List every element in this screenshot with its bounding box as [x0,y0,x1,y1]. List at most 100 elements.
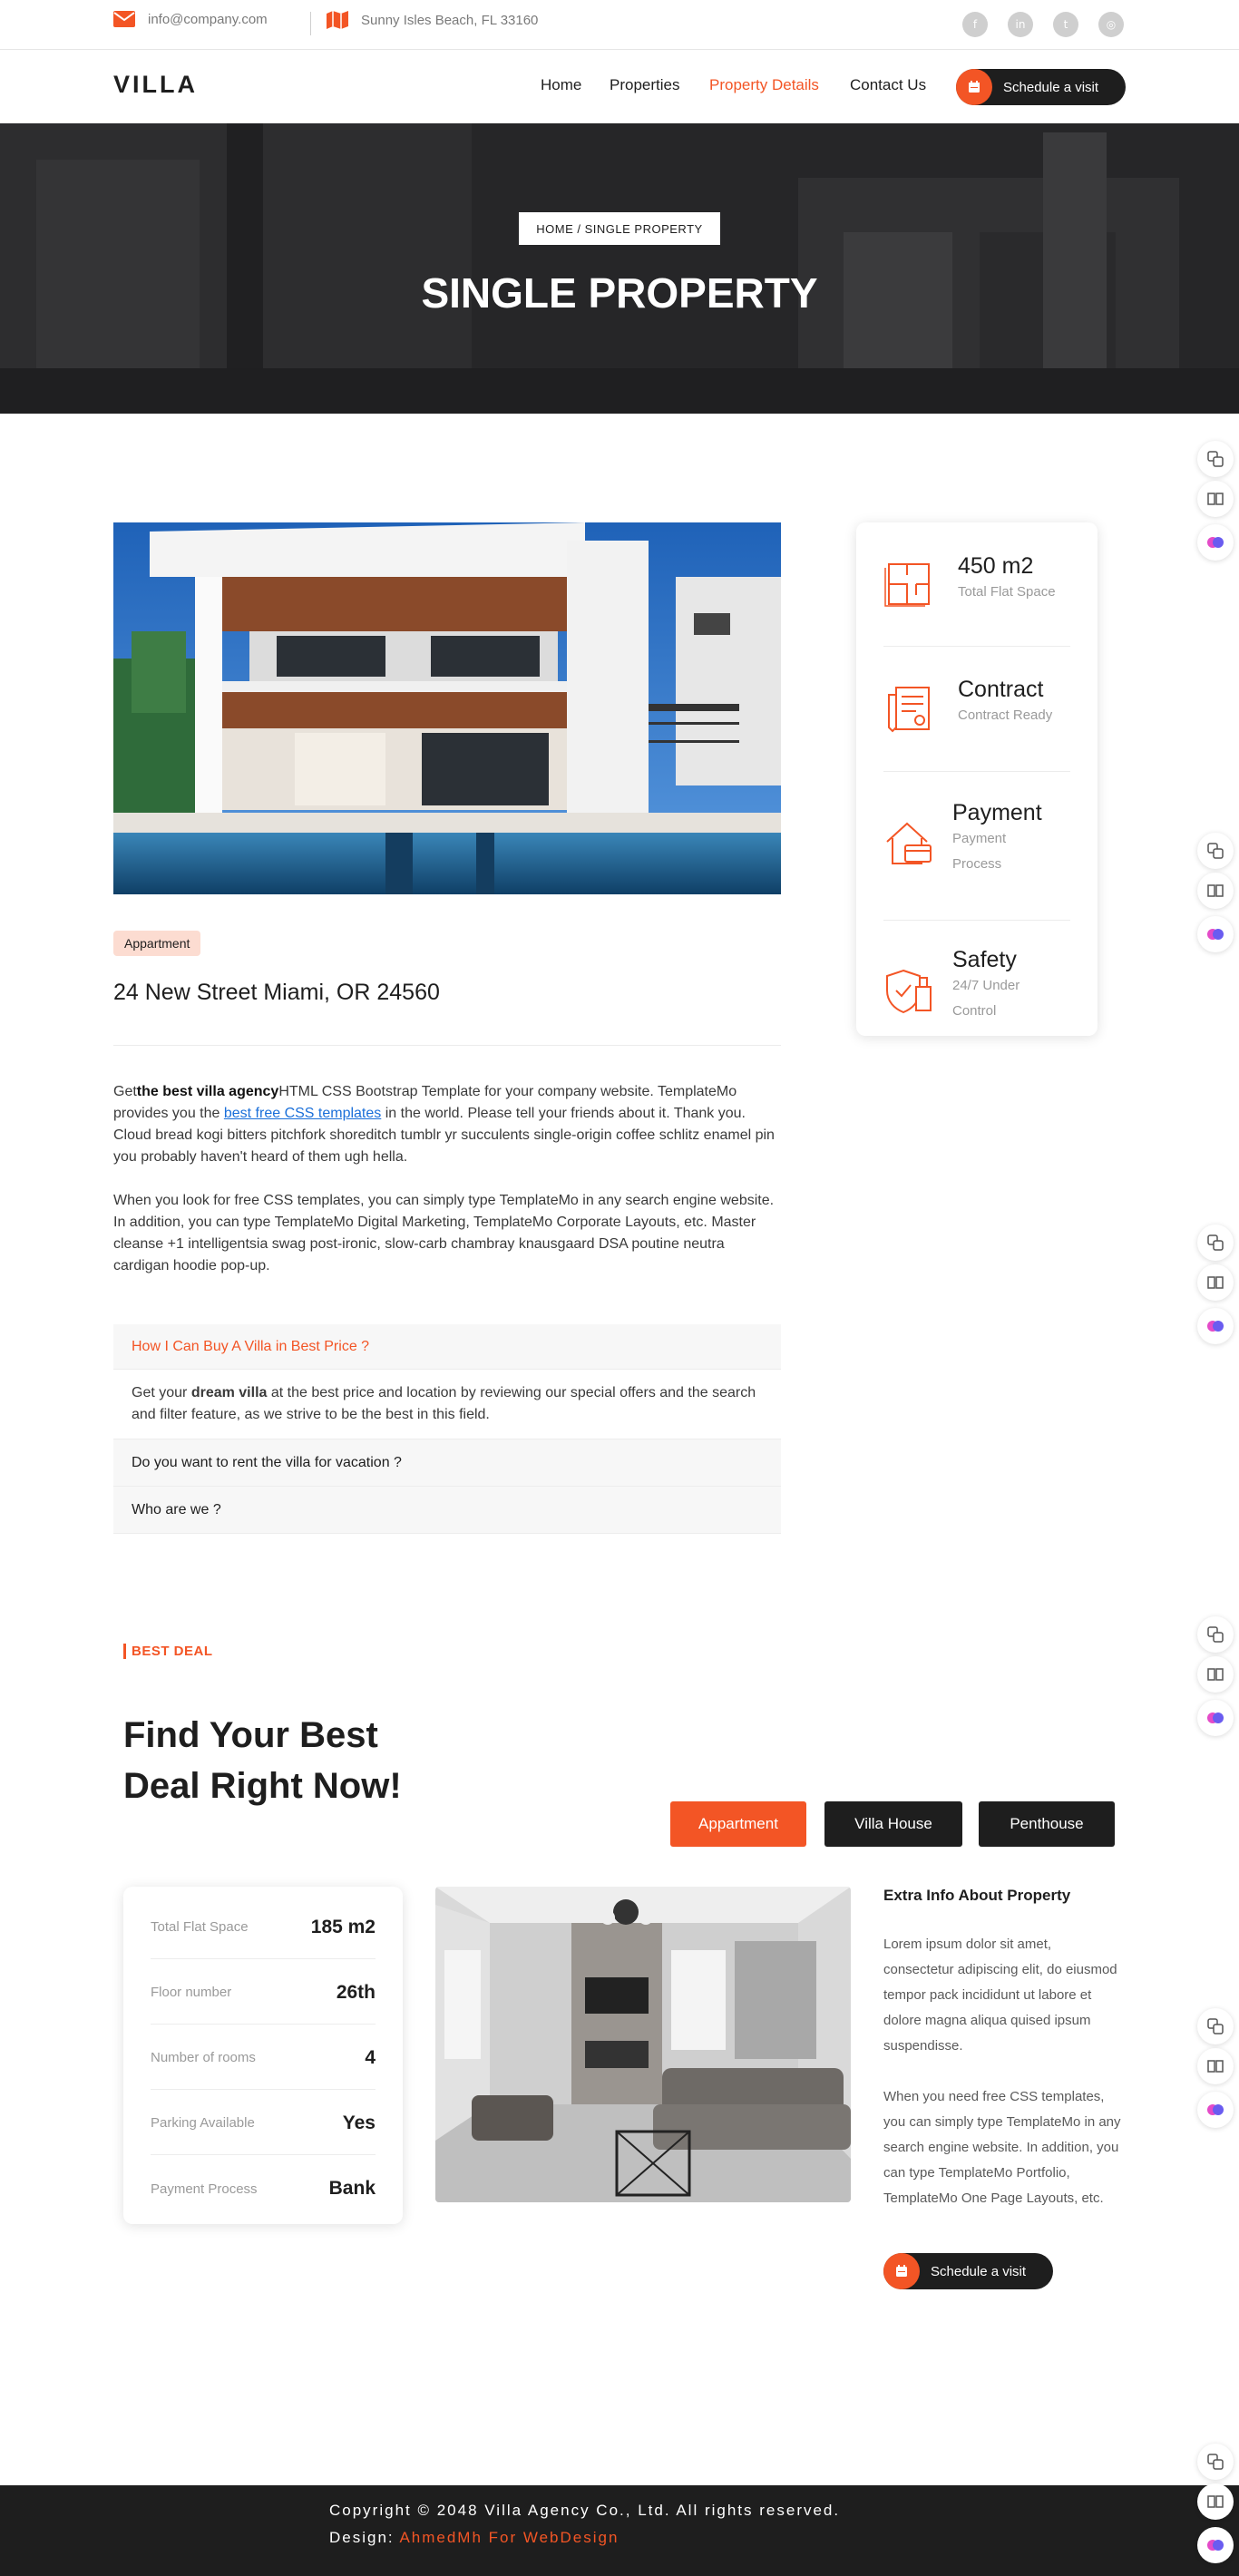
divider [883,646,1070,647]
detail-value: Bank [328,2178,376,2199]
detail-row: Number of rooms 4 [151,2026,376,2090]
property-description-2: When you look for free CSS templates, yo… [113,1193,775,1273]
email-info[interactable]: info@company.com [113,11,268,27]
nav-property-details[interactable]: Property Details [709,76,819,94]
nav-properties[interactable]: Properties [610,76,679,94]
templates-link[interactable]: best free CSS templates [224,1106,381,1121]
answer-bold: dream villa [190,1385,268,1400]
email-text: info@company.com [148,11,268,27]
translate-icon[interactable] [1197,441,1234,477]
schedule-visit-label: Schedule a visit [931,2263,1027,2279]
linkedin-icon[interactable]: in [1008,12,1033,37]
ai-brain-icon[interactable] [1197,524,1234,561]
faq-question-3[interactable]: Who are we ? [113,1487,781,1534]
detail-label: Parking Available [151,2115,255,2131]
info-title: 450 m2 [958,553,1034,579]
reader-icon[interactable] [1197,481,1234,517]
detail-label: Payment Process [151,2181,258,2197]
design-label: Design: [329,2529,400,2546]
payment-house-icon [886,822,932,864]
facebook-icon[interactable]: f [962,12,988,37]
breadcrumb[interactable]: HOME / SINGLE PROPERTY [519,212,720,245]
divider [883,920,1070,921]
floor-plan-icon [884,563,930,607]
info-subtitle: 24/7 Under [952,978,1020,993]
schedule-visit-button[interactable]: Schedule a visit [956,69,1126,105]
map-icon [327,11,348,29]
info-title: Safety [952,947,1017,972]
info-subtitle: Payment [952,831,1007,846]
info-title: Payment [952,800,1042,825]
ai-brain-icon[interactable] [1197,1700,1234,1736]
info-subtitle: Contract Ready [958,707,1053,723]
info-subtitle: Control [952,1003,997,1019]
tab-appartment[interactable]: Appartment [670,1801,806,1847]
living-room-image [435,1887,851,2202]
twitter-icon[interactable]: t [1053,12,1078,37]
site-footer: Copyright © 2048 Villa Agency Co., Ltd. … [0,2485,1239,2576]
tab-penthouse[interactable]: Penthouse [979,1801,1115,1847]
faq-question-2[interactable]: Do you want to rent the villa for vacati… [113,1439,781,1487]
property-address: 24 New Street Miami, OR 24560 [113,980,440,1005]
extra-info-title: Extra Info About Property [883,1887,1071,1904]
schedule-visit-label: Schedule a visit [1003,79,1099,95]
detail-label: Floor number [151,1985,232,2000]
schedule-visit-button[interactable]: Schedule a visit [883,2253,1053,2289]
reader-icon[interactable] [1197,2048,1234,2084]
divider [113,1045,781,1046]
designer-link[interactable]: AhmedMh For WebDesign [399,2529,619,2546]
detail-row: Floor number 26th [151,1961,376,2025]
tab-villa-house[interactable]: Villa House [824,1801,962,1847]
reader-icon[interactable] [1197,1656,1234,1693]
ai-brain-icon[interactable] [1197,2092,1234,2128]
divider [310,12,311,35]
translate-icon[interactable] [1197,1616,1234,1653]
detail-value: Yes [342,2112,376,2133]
calendar-icon [956,69,992,105]
translate-icon[interactable] [1197,1225,1234,1261]
contract-icon [888,687,930,733]
ai-brain-icon[interactable] [1197,1308,1234,1344]
detail-row: Total Flat Space 185 m2 [151,1896,376,1959]
info-subtitle: Process [952,856,1002,872]
detail-value: 26th [336,1981,376,2003]
detail-value: 185 m2 [310,1916,376,1937]
section-tag: BEST DEAL [123,1644,213,1659]
reader-icon[interactable] [1197,2483,1234,2520]
ai-brain-icon[interactable] [1197,2527,1234,2563]
page-hero: HOME / SINGLE PROPERTY SINGLE PROPERTY [0,123,1239,414]
property-info-card: 450 m2 Total Flat Space Contract Contrac… [856,522,1098,1036]
translate-icon[interactable] [1197,2008,1234,2044]
page-title: SINGLE PROPERTY [421,269,818,317]
ai-brain-icon[interactable] [1197,916,1234,952]
info-title: Contract [958,677,1044,702]
deal-details-card: Total Flat Space 185 m2 Floor number 26t… [123,1887,403,2224]
instagram-icon[interactable]: ◎ [1098,12,1124,37]
property-description: Getthe best villa agencyHTML CSS Bootstr… [113,1081,781,1168]
divider [883,771,1070,772]
extra-info-paragraph: Lorem ipsum dolor sit amet, consectetur … [883,1937,1117,2054]
nav-home[interactable]: Home [541,76,581,94]
safety-shield-icon [886,969,932,1014]
answer-text: Get your [132,1385,191,1400]
location-text: Sunny Isles Beach, FL 33160 [361,12,539,28]
logo[interactable]: VILLA [113,71,198,99]
property-type-badge: Appartment [113,931,201,956]
faq-accordion: How I Can Buy A Villa in Best Price ? Ge… [113,1324,781,1534]
section-title: Find Your Best Deal Right Now! [123,1715,402,1806]
nav-contact-us[interactable]: Contact Us [850,76,926,94]
translate-icon[interactable] [1197,833,1234,869]
design-credit: Design: AhmedMh For WebDesign [329,2529,619,2547]
reader-icon[interactable] [1197,873,1234,909]
detail-row: Parking Available Yes [151,2092,376,2155]
main-header: VILLA Home Properties Property Details C… [0,51,1239,123]
top-bar: info@company.com Sunny Isles Beach, FL 3… [0,0,1239,50]
detail-row: Payment Process Bank [151,2157,376,2220]
detail-label: Number of rooms [151,2050,256,2065]
reader-icon[interactable] [1197,1264,1234,1301]
detail-label: Total Flat Space [151,1919,249,1935]
calendar-icon [883,2253,920,2289]
faq-question-1[interactable]: How I Can Buy A Villa in Best Price ? [113,1324,781,1370]
translate-icon[interactable] [1197,2444,1234,2480]
copyright-text: Copyright © 2048 Villa Agency Co., Ltd. … [329,2502,841,2519]
